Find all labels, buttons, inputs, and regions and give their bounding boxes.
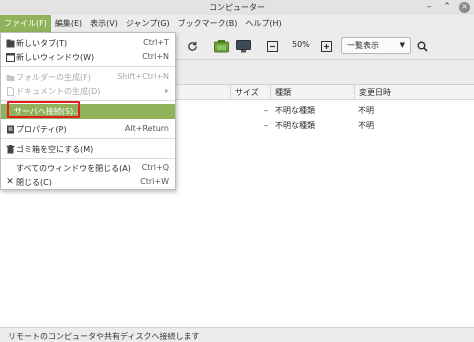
menu-item-label: 閉じる(C) (16, 178, 52, 187)
trash-icon (5, 144, 15, 154)
zoom-level: 50% (292, 40, 310, 49)
status-text: リモートのコンピュータや共有ディスクへ接続します (8, 332, 200, 341)
menu-item-label: フォルダーの生成(F) (16, 73, 91, 82)
view-mode-select[interactable]: 一覧表示 ▼ (341, 37, 411, 54)
menu-go[interactable]: ジャンプ(G) (122, 15, 174, 32)
menu-item-close[interactable]: ✕ 閉じる(C) Ctrl+W (1, 175, 175, 189)
row-modified: 不明 (358, 106, 374, 115)
row-modified: 不明 (358, 121, 374, 130)
reload-icon[interactable] (186, 40, 198, 52)
menu-item-label: すべてのウィンドウを閉じる(A) (16, 164, 131, 173)
menu-file[interactable]: ファイル(F) (0, 15, 51, 32)
new-window-icon (5, 52, 15, 62)
new-folder-icon (5, 72, 15, 82)
menu-item-empty-trash[interactable]: ゴミ箱を空にする(M) (1, 142, 175, 156)
new-document-icon (5, 86, 15, 96)
menu-item-close-all-windows[interactable]: すべてのウィンドウを閉じる(A) Ctrl+Q (1, 161, 175, 175)
menu-item-label: プロパティ(P) (16, 125, 67, 134)
zoom-out-icon[interactable] (266, 40, 278, 52)
new-tab-icon (5, 38, 15, 48)
menu-separator (1, 138, 175, 139)
column-modified[interactable]: 変更日時 (354, 85, 474, 100)
menu-item-shortcut: Ctrl+N (142, 52, 169, 61)
submenu-arrow-icon: ▸ (164, 86, 169, 95)
menu-item-shortcut: Alt+Return (124, 124, 169, 133)
menu-separator (1, 158, 175, 159)
close-icon: ✕ (6, 177, 14, 187)
search-icon[interactable] (416, 40, 428, 52)
row-type: 不明な種類 (275, 121, 315, 130)
status-bar: リモートのコンピュータや共有ディスクへ接続します (0, 327, 474, 342)
menu-item-label: ゴミ箱を空にする(M) (16, 145, 94, 154)
window-controls: – ⌃ ✕ (423, 2, 470, 13)
menu-item-new-window[interactable]: 新しいウィンドウ(W) Ctrl+N (1, 50, 175, 64)
close-window-icon[interactable]: ✕ (459, 2, 470, 13)
highlight-annotation-box (7, 101, 80, 118)
monitor-icon[interactable] (235, 39, 251, 53)
menu-item-shortcut: Ctrl+T (143, 38, 169, 47)
row-size: – (264, 121, 268, 130)
menu-item-create-folder[interactable]: フォルダーの生成(F) Shift+Ctrl+N (1, 70, 175, 84)
menu-help[interactable]: ヘルプ(H) (241, 15, 285, 32)
computer-icon[interactable] (213, 39, 229, 53)
menu-view[interactable]: 表示(V) (86, 15, 122, 32)
row-type: 不明な種類 (275, 106, 315, 115)
menu-bookmarks[interactable]: ブックマーク(B) (174, 15, 242, 32)
menu-edit[interactable]: 編集(E) (51, 15, 86, 32)
menu-item-create-document[interactable]: ドキュメントの生成(D) ▸ (1, 84, 175, 98)
menu-item-properties[interactable]: プロパティ(P) Alt+Return (1, 122, 175, 136)
menu-item-label: 新しいタブ(T) (16, 39, 68, 48)
row-size: – (264, 106, 268, 115)
menu-item-shortcut: Shift+Ctrl+N (117, 72, 169, 81)
menu-separator (1, 66, 175, 67)
minimize-icon[interactable]: – (423, 2, 435, 13)
properties-icon (5, 124, 15, 134)
menu-item-label: 新しいウィンドウ(W) (16, 53, 95, 62)
window-title: コンピューター (209, 3, 265, 12)
zoom-in-icon[interactable] (320, 40, 332, 52)
menu-item-label: ドキュメントの生成(D) (16, 87, 101, 96)
maximize-icon[interactable]: ⌃ (441, 2, 453, 13)
menu-bar: ファイル(F) 編集(E) 表示(V) ジャンプ(G) ブックマーク(B) ヘル… (0, 15, 474, 32)
column-size[interactable]: サイズ (230, 85, 264, 100)
menu-item-new-tab[interactable]: 新しいタブ(T) Ctrl+T (1, 36, 175, 50)
chevron-down-icon: ▼ (399, 41, 405, 49)
title-bar: コンピューター – ⌃ ✕ (0, 0, 474, 15)
view-mode-value: 一覧表示 (347, 41, 379, 50)
menu-item-shortcut: Ctrl+Q (141, 163, 169, 172)
menu-item-shortcut: Ctrl+W (140, 177, 169, 186)
column-type[interactable]: 種類 (270, 85, 354, 100)
